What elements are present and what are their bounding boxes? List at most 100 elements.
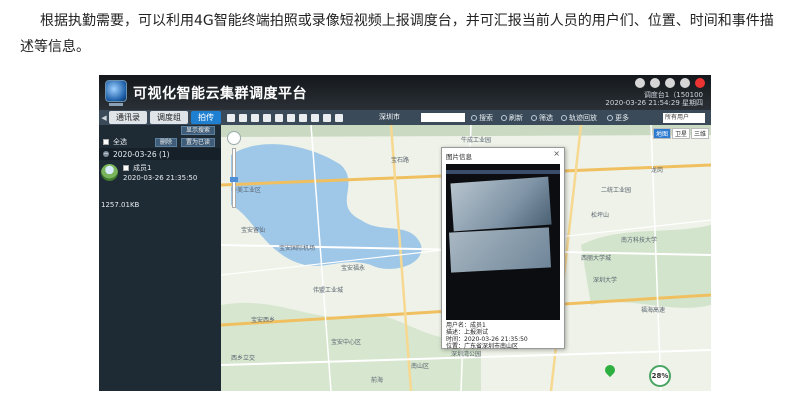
map-label: 西乡立交: [231, 355, 256, 362]
photo-info-popup: 图片信息 × 用户名：成员1 描述：上报测试 时间：2020-03-26 21:…: [441, 147, 565, 350]
zoom-handle[interactable]: [230, 177, 238, 182]
side-top-bar: 显示搜索: [99, 125, 221, 136]
popup-time: 时间：2020-03-26 21:35:50: [446, 336, 528, 343]
popup-description: 描述：上报测试: [446, 329, 489, 336]
map-label: 宝安留仙: [241, 227, 266, 234]
mark-read-button[interactable]: 置为已读: [180, 137, 215, 147]
power-icon[interactable]: [695, 78, 705, 88]
app-logo-icon: [105, 80, 127, 102]
minimize-icon[interactable]: [665, 78, 675, 88]
filter-icon: [531, 115, 537, 121]
map-type-3d[interactable]: 三维: [690, 128, 709, 139]
measure-icon[interactable]: [287, 113, 295, 122]
map-label: 前海: [371, 377, 384, 384]
track-playback-button[interactable]: 轨迹回放: [561, 113, 597, 123]
more-button[interactable]: 更多: [607, 113, 629, 123]
select-all-label: 全选: [113, 138, 127, 146]
logo-stand-icon: [109, 103, 123, 106]
pan-icon[interactable]: [239, 113, 247, 122]
map-label: 伟盟工业城: [313, 287, 344, 294]
map-label: 宝石路: [391, 157, 410, 164]
map-type-satellite[interactable]: 卫星: [671, 128, 690, 139]
date-group-label: 2020-03-26 (1): [113, 149, 170, 159]
uploaded-photo[interactable]: [446, 164, 560, 320]
photo-monitor-upper: [450, 176, 552, 232]
show-search-button[interactable]: 显示搜索: [180, 126, 215, 135]
pointer-icon[interactable]: [227, 113, 235, 122]
map-label: 南山区: [411, 363, 430, 370]
chat-icon[interactable]: [323, 113, 331, 122]
rect-select-icon[interactable]: [251, 113, 259, 122]
search-button[interactable]: 搜索: [471, 113, 493, 123]
select-all-checkbox[interactable]: [103, 139, 109, 145]
tab-photo-upload[interactable]: 拍传: [191, 111, 221, 124]
zoom-control: [227, 131, 241, 215]
tab-bar: ◀ 通讯录 调度组 拍传: [99, 110, 224, 125]
mute-icon[interactable]: [635, 78, 645, 88]
map-label: 福海高速: [641, 307, 666, 314]
info-icon[interactable]: [680, 78, 690, 88]
map-view[interactable]: 宝石路 宝安国际机场 华美工业区 宝安福永 伟盟工业城 宝安西乡 宝安中心区 西…: [221, 125, 711, 391]
map-label: 宝安福永: [341, 265, 366, 272]
member-checkbox[interactable]: [123, 165, 129, 171]
map-label: 宝安西乡: [251, 317, 276, 324]
document-paragraph: 根据执勤需要，可以利用4G智能终端拍照或录像短视频上报调度台，并可汇报当前人员的…: [20, 13, 774, 55]
document-paragraph-block: 根据执勤需要，可以利用4G智能终端拍照或录像短视频上报调度台，并可汇报当前人员的…: [20, 8, 780, 60]
tab-contacts[interactable]: 通讯录: [109, 111, 147, 124]
dispatcher-id: 调度台1（150100: [643, 91, 703, 99]
tab-prev-icon[interactable]: ◀: [99, 114, 109, 122]
photo-monitor-lower: [449, 227, 551, 273]
more-icon: [607, 115, 613, 121]
date-group-header[interactable]: − 2020-03-26 (1): [99, 148, 221, 160]
settings-icon[interactable]: [650, 78, 660, 88]
map-label: 龙岗: [651, 167, 664, 174]
map-label: 二统工业园: [601, 187, 632, 194]
track-icon: [561, 115, 567, 121]
city-name[interactable]: 深圳市: [379, 112, 400, 122]
clear-icon[interactable]: [311, 113, 319, 122]
circle-select-icon[interactable]: [263, 113, 271, 122]
app-title: 可视化智能云集群调度平台: [133, 86, 307, 102]
filter-button[interactable]: 筛选: [531, 113, 553, 123]
side-panel: 显示搜索 全选 删除 置为已读 − 2020-03-26 (1) 成员1 202…: [99, 125, 221, 391]
member-name: 成员1: [133, 164, 152, 172]
toolbar: ◀ 通讯录 调度组 拍传 深圳市 搜索 刷新 筛选 轨迹回放 更多 所有用户: [99, 110, 711, 125]
map-type-switch: 地图 卫星 三维: [652, 128, 709, 139]
member-time: 2020-03-26 21:35:50: [123, 174, 198, 182]
collapse-icon[interactable]: −: [103, 151, 109, 157]
close-icon[interactable]: ×: [553, 149, 560, 158]
map-label: 牛成工业园: [461, 137, 492, 144]
map-label: 西丽大学城: [581, 255, 612, 262]
map-type-normal[interactable]: 地图: [652, 128, 671, 139]
refresh-button[interactable]: 刷新: [501, 113, 523, 123]
app-header: 可视化智能云集群调度平台 调度台1（150100 2020-03-26 21:5…: [99, 75, 711, 110]
tab-dispatch-groups[interactable]: 调度组: [150, 111, 188, 124]
map-label: 松坪山: [591, 212, 610, 219]
map-label: 深圳大学: [593, 277, 618, 284]
map-tools: [227, 112, 343, 123]
polygon-icon[interactable]: [275, 113, 283, 122]
popup-title: 图片信息: [446, 153, 472, 161]
map-label: 深圳湾公园: [451, 351, 482, 358]
user-filter-select[interactable]: 所有用户: [663, 113, 705, 123]
popup-info: 用户名：成员1 描述：上报测试 时间：2020-03-26 21:35:50 位…: [446, 322, 528, 350]
search-icon: [471, 115, 477, 121]
header-info: 调度台1（150100 2020-03-26 21:54:29 星期四: [605, 91, 703, 107]
fence-icon[interactable]: [299, 113, 307, 122]
header-datetime: 2020-03-26 21:54:29 星期四: [605, 99, 703, 107]
select-all-row: 全选 删除 置为已读: [99, 136, 221, 148]
grid-icon[interactable]: [335, 113, 343, 122]
popup-location: 位置：广东省深圳市南山区: [446, 343, 519, 350]
avatar: [101, 164, 118, 181]
map-label: 宝安国际机场: [279, 245, 316, 252]
compass-icon[interactable]: [227, 131, 241, 145]
delete-button[interactable]: 删除: [154, 137, 177, 147]
map-label: 南方科技大学: [621, 237, 658, 244]
list-item[interactable]: 成员1 2020-03-26 21:35:50: [99, 160, 221, 188]
app-screenshot: 可视化智能云集群调度平台 调度台1（150100 2020-03-26 21:5…: [99, 75, 711, 391]
map-label: 宝安中心区: [331, 339, 362, 346]
file-size: 1257.01KB: [101, 201, 140, 209]
scale-badge: 28%: [649, 365, 671, 387]
map-search-input[interactable]: [421, 113, 465, 122]
zoom-slider[interactable]: [230, 148, 238, 208]
